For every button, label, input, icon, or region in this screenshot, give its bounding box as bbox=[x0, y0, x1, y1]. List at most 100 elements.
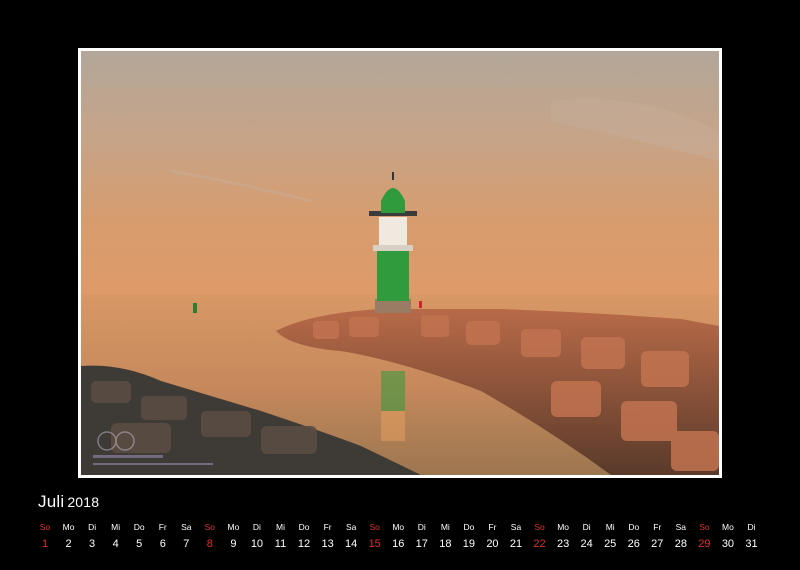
weekday-label: Sa bbox=[181, 522, 192, 532]
lighthouse-photo-illustration bbox=[81, 51, 719, 475]
calendar-day: So 15 bbox=[362, 522, 388, 552]
weekday-label: Mo bbox=[227, 522, 240, 532]
calendar-day: So 8 bbox=[197, 522, 223, 552]
day-number: 22 bbox=[533, 538, 546, 550]
calendar-day: So 29 bbox=[691, 522, 717, 552]
day-number: 24 bbox=[580, 538, 593, 550]
calendar-day: Mi 25 bbox=[597, 522, 623, 552]
weekday-label: Mo bbox=[62, 522, 75, 532]
day-number: 14 bbox=[345, 538, 358, 550]
day-number: 28 bbox=[674, 538, 687, 550]
calendar-day: Sa 7 bbox=[173, 522, 199, 552]
calendar-day: Di 31 bbox=[739, 522, 765, 552]
day-number: 5 bbox=[136, 538, 143, 550]
weekday-label: Di bbox=[582, 522, 591, 532]
calendar-day: Fr 20 bbox=[479, 522, 505, 552]
weekday-label: Di bbox=[417, 522, 426, 532]
calendar-day: Di 3 bbox=[79, 522, 105, 552]
weekday-label: Di bbox=[88, 522, 97, 532]
buoy bbox=[193, 303, 197, 313]
weekday-label: So bbox=[699, 522, 710, 532]
day-number: 6 bbox=[159, 538, 166, 550]
calendar-day: Mi 18 bbox=[432, 522, 458, 552]
day-number: 30 bbox=[721, 538, 735, 550]
weekday-label: Mi bbox=[605, 522, 615, 532]
day-number: 26 bbox=[627, 538, 640, 550]
weekday-label: Do bbox=[628, 522, 640, 532]
calendar-day: Mo 16 bbox=[385, 522, 411, 552]
calendar-day: Di 24 bbox=[574, 522, 600, 552]
day-number: 21 bbox=[509, 538, 523, 550]
calendar-days-row: So 1 Mo 2 Di 3 Mi 4 Do 5 Fr 6 Sa 7 So 8 Mo 9 Di 10 Mi 11 Do 12 F… bbox=[32, 522, 770, 556]
calendar-day: Mi 11 bbox=[268, 522, 294, 552]
day-number: 11 bbox=[274, 538, 287, 550]
calendar-day: Mi 4 bbox=[103, 522, 129, 552]
weekday-label: So bbox=[39, 522, 51, 532]
calendar-day: Do 19 bbox=[456, 522, 482, 552]
year: 2018 bbox=[67, 494, 100, 510]
day-number: 10 bbox=[250, 538, 264, 550]
day-number: 18 bbox=[439, 538, 452, 550]
month-title: Juli 2018 bbox=[38, 492, 99, 512]
calendar-photo bbox=[81, 51, 719, 475]
calendar-day: Do 26 bbox=[621, 522, 647, 552]
weekday-label: Fr bbox=[158, 522, 167, 532]
day-number: 25 bbox=[604, 538, 617, 550]
day-number: 4 bbox=[112, 538, 119, 550]
weekday-label: Mo bbox=[392, 522, 405, 532]
weekday-label: Mi bbox=[276, 522, 285, 532]
calendar-day: Mo 2 bbox=[56, 522, 82, 552]
weekday-label: Mo bbox=[557, 522, 569, 532]
weekday-label: Mi bbox=[440, 522, 450, 532]
weekday-label: Do bbox=[463, 522, 475, 532]
photo-frame bbox=[78, 48, 722, 478]
weekday-label: Mo bbox=[722, 522, 734, 532]
calendar-day: Fr 13 bbox=[315, 522, 341, 552]
weekday-label: Sa bbox=[510, 522, 522, 532]
calendar-day: Fr 6 bbox=[150, 522, 176, 552]
day-number: 20 bbox=[486, 538, 499, 550]
day-number: 29 bbox=[698, 538, 711, 550]
weekday-label: Fr bbox=[653, 522, 662, 532]
calendar-day: Sa 21 bbox=[503, 522, 529, 552]
day-number: 3 bbox=[89, 538, 96, 550]
weekday-label: So bbox=[204, 522, 216, 532]
day-number: 19 bbox=[462, 538, 476, 550]
weekday-label: Sa bbox=[345, 522, 357, 532]
day-number: 2 bbox=[65, 538, 72, 550]
weekday-label: Sa bbox=[675, 522, 687, 532]
day-number: 12 bbox=[297, 538, 311, 550]
calendar-day: Mo 9 bbox=[220, 522, 246, 552]
calendar-day: Di 17 bbox=[409, 522, 435, 552]
weekday-label: Do bbox=[133, 522, 145, 532]
day-number: 8 bbox=[206, 538, 213, 550]
weekday-label: So bbox=[369, 522, 380, 532]
weekday-label: Di bbox=[747, 522, 756, 532]
month-name: Juli bbox=[38, 492, 65, 511]
calendar-day: So 1 bbox=[32, 522, 58, 552]
weekday-label: Mi bbox=[111, 522, 121, 532]
calendar-day: Mo 30 bbox=[715, 522, 741, 552]
weekday-label: Fr bbox=[323, 522, 332, 532]
day-number: 15 bbox=[368, 538, 381, 550]
calendar-day: So 22 bbox=[527, 522, 553, 552]
calendar-day: Sa 14 bbox=[338, 522, 364, 552]
day-number: 16 bbox=[392, 538, 405, 550]
day-number: 27 bbox=[651, 538, 664, 550]
calendar-day: Fr 27 bbox=[644, 522, 670, 552]
calendar-day: Do 12 bbox=[291, 522, 317, 552]
day-number: 13 bbox=[321, 538, 334, 550]
calendar-day: Mo 23 bbox=[550, 522, 576, 552]
day-number: 7 bbox=[183, 538, 190, 550]
calendar-day: Sa 28 bbox=[668, 522, 694, 552]
day-number: 9 bbox=[230, 538, 237, 550]
weekday-label: Fr bbox=[488, 522, 497, 532]
day-number: 17 bbox=[415, 538, 428, 550]
weekday-label: Do bbox=[298, 522, 310, 532]
calendar-day: Do 5 bbox=[126, 522, 152, 552]
calendar-day: Di 10 bbox=[244, 522, 270, 552]
weekday-label: Di bbox=[252, 522, 261, 532]
weekday-label: So bbox=[534, 522, 545, 532]
day-number: 23 bbox=[556, 538, 570, 550]
day-number: 1 bbox=[41, 538, 49, 550]
